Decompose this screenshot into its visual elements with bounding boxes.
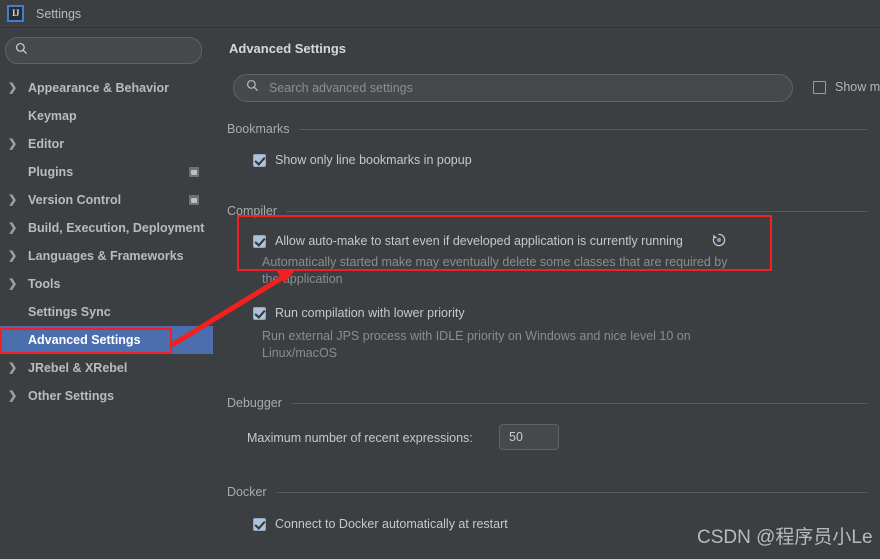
advanced-settings-search-input[interactable]: Search advanced settings	[233, 74, 793, 102]
sidebar-item-label: Keymap	[28, 109, 77, 123]
sidebar-item-keymap[interactable]: ❯Keymap	[0, 102, 213, 130]
option-description-auto-make: Automatically started make may eventuall…	[262, 255, 728, 286]
sidebar-item-plugins[interactable]: ❯Plugins	[0, 158, 213, 186]
sidebar-search-input[interactable]	[5, 37, 202, 64]
checkbox-box	[253, 306, 266, 320]
sidebar-item-tools[interactable]: ❯ Tools	[0, 270, 213, 298]
sidebar-item-badge-icon	[189, 195, 199, 205]
sidebar-item-label: Version Control	[28, 193, 122, 207]
csdn-watermark: CSDN @程序员小Le	[697, 527, 873, 548]
chevron-right-icon[interactable]: ❯	[8, 138, 22, 150]
settings-sidebar: ❯Appearance & Behavior❯Keymap❯Editor❯Plu…	[0, 28, 213, 559]
group-divider	[275, 491, 867, 493]
group-label: Bookmarks	[227, 122, 290, 136]
checkbox-connect-docker-at-restart[interactable]: Connect to Docker automatically at resta…	[253, 517, 508, 531]
checkbox-box	[253, 517, 266, 531]
chevron-right-icon[interactable]: ❯	[8, 362, 22, 374]
sidebar-item-label: Tools	[28, 277, 61, 291]
chevron-right-icon[interactable]: ❯	[8, 82, 22, 94]
sidebar-item-label: Advanced Settings	[28, 333, 141, 347]
input-value: 50	[509, 430, 523, 444]
show-modified-only-label: Show m	[835, 80, 880, 94]
sidebar-item-label: Languages & Frameworks	[28, 249, 184, 263]
sidebar-item-settings-sync[interactable]: ❯Settings Sync	[0, 298, 213, 326]
sidebar-item-other-settings[interactable]: ❯ Other Settings	[0, 382, 213, 410]
input-max-recent-expressions[interactable]: 50	[499, 424, 559, 450]
checkbox-run-compilation-lower-priority[interactable]: Run compilation with lower priority	[253, 306, 465, 320]
sidebar-item-badge-icon	[189, 167, 199, 177]
window-title: Settings	[36, 6, 82, 21]
group-label: Compiler	[227, 204, 278, 218]
group-label: Docker	[227, 485, 267, 499]
chevron-right-icon[interactable]: ❯	[8, 194, 22, 206]
checkbox-box	[253, 234, 266, 248]
chevron-right-icon[interactable]: ❯	[8, 278, 22, 290]
checkbox-show-only-line-bookmarks[interactable]: Show only line bookmarks in popup	[253, 153, 472, 167]
checkbox-box	[813, 80, 826, 94]
sidebar-item-appearance-behavior[interactable]: ❯ Appearance & Behavior	[0, 74, 213, 102]
advanced-settings-panel: Advanced Settings Search advanced settin…	[213, 28, 880, 559]
advanced-settings-search-placeholder: Search advanced settings	[269, 81, 413, 95]
intellij-idea-icon: IJ	[7, 5, 24, 22]
revert-rollback-icon[interactable]	[711, 232, 727, 248]
sidebar-item-label: Settings Sync	[28, 305, 111, 319]
group-label: Debugger	[227, 396, 282, 410]
group-divider	[298, 128, 867, 130]
sidebar-item-label: Plugins	[28, 165, 74, 179]
chevron-right-icon[interactable]: ❯	[8, 222, 22, 234]
group-header-debugger: Debugger	[227, 396, 867, 410]
sidebar-item-label: JRebel & XRebel	[28, 361, 128, 375]
show-modified-only-checkbox[interactable]: Show m	[813, 80, 880, 94]
checkbox-allow-auto-make[interactable]: Allow auto-make to start even if develop…	[253, 234, 683, 248]
sidebar-item-editor[interactable]: ❯ Editor	[0, 130, 213, 158]
group-divider	[290, 402, 867, 404]
option-label: Run compilation with lower priority	[275, 306, 465, 320]
search-icon	[15, 42, 28, 60]
sidebar-item-label: Build, Execution, Deployment	[28, 221, 205, 235]
group-header-docker: Docker	[227, 485, 867, 499]
app-logo-text: IJ	[11, 8, 20, 18]
settings-window: IJ Settings ❯Appearance & Behavior❯Keyma…	[0, 0, 880, 559]
page-title: Advanced Settings	[229, 41, 347, 56]
window-titlebar: IJ Settings	[0, 0, 880, 28]
option-label: Connect to Docker automatically at resta…	[275, 517, 508, 531]
search-icon	[246, 79, 259, 97]
sidebar-item-advanced-settings[interactable]: ❯Advanced Settings	[0, 326, 213, 354]
chevron-right-icon[interactable]: ❯	[8, 390, 22, 402]
sidebar-item-jrebel-xrebel[interactable]: ❯ JRebel & XRebel	[0, 354, 213, 382]
group-divider	[286, 210, 867, 212]
sidebar-item-build-execution-deployment[interactable]: ❯ Build, Execution, Deployment	[0, 214, 213, 242]
settings-category-tree: ❯Appearance & Behavior❯Keymap❯Editor❯Plu…	[0, 74, 213, 410]
checkbox-box	[253, 153, 266, 167]
group-header-bookmarks: Bookmarks	[227, 122, 867, 136]
chevron-right-icon[interactable]: ❯	[8, 250, 22, 262]
label-max-recent-expressions: Maximum number of recent expressions:	[247, 431, 473, 445]
option-label: Allow auto-make to start even if develop…	[275, 234, 683, 248]
option-label: Show only line bookmarks in popup	[275, 153, 472, 167]
sidebar-item-label: Other Settings	[28, 389, 115, 403]
option-description-lower-priority: Run external JPS process with IDLE prior…	[262, 329, 691, 360]
sidebar-item-label: Editor	[28, 137, 65, 151]
group-header-compiler: Compiler	[227, 204, 867, 218]
sidebar-item-version-control[interactable]: ❯ Version Control	[0, 186, 213, 214]
sidebar-item-languages-frameworks[interactable]: ❯ Languages & Frameworks	[0, 242, 213, 270]
sidebar-item-label: Appearance & Behavior	[28, 81, 170, 95]
